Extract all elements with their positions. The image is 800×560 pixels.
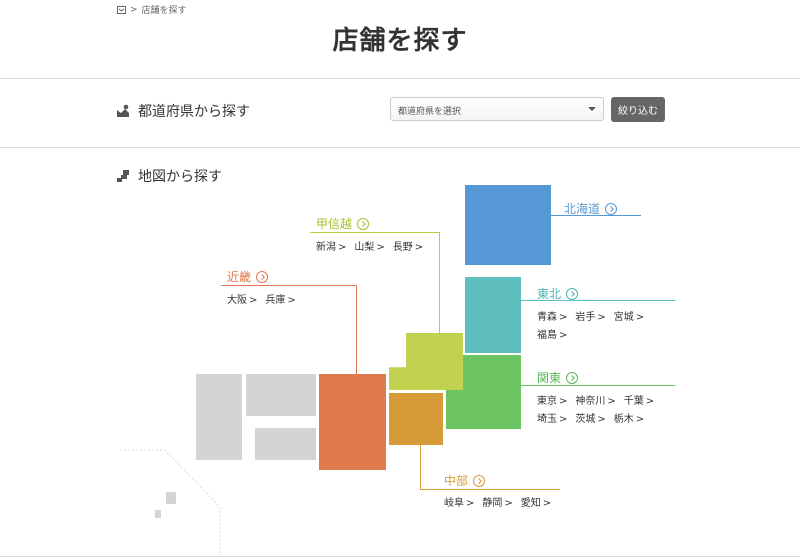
region-name: 近畿 [227,270,252,284]
prefecture-search-heading-label: 都道府県から探す [138,104,250,120]
pref-link[interactable]: 茨城 [575,414,605,425]
pref-link[interactable]: 千葉 [624,396,654,407]
pref-link[interactable]: 兵庫 [265,295,295,306]
prefecture-select-value: 都道府県を選択 [398,107,462,117]
prefecture-select[interactable]: 都道府県を選択 [390,97,604,121]
pref-link[interactable]: 宮城 [614,312,644,323]
region-link-tohoku[interactable]: 東北 [537,285,579,302]
pref-link[interactable]: 長野 [393,242,423,253]
region-link-chubu[interactable]: 中部 [444,472,486,489]
arrow-circle-icon [357,217,370,230]
pref-link[interactable]: 青森 [537,312,567,323]
connector-kinki-h [221,285,357,286]
arrow-circle-icon [605,202,618,215]
map-region-kinki[interactable] [319,374,386,470]
connector-chubu-v [420,445,421,489]
breadcrumb: > 店舗を探す [117,3,187,16]
map-region-kyushu [255,428,316,460]
divider [0,556,800,557]
pref-link[interactable]: 新潟 [316,242,346,253]
map-region-chugoku [246,374,316,416]
region-link-kinki[interactable]: 近畿 [227,268,269,285]
map-region-hokkaido[interactable] [465,185,551,265]
arrow-circle-icon [566,287,579,300]
connector-koshinetsu-h [310,232,440,233]
pref-link[interactable]: 東京 [537,396,567,407]
arrow-circle-icon [566,371,579,384]
region-name: 中部 [444,474,469,488]
okinawa-frame [120,449,221,557]
pref-list-koshinetsu: 新潟山梨長野 [316,239,431,257]
map-region-tohoku[interactable] [465,277,521,353]
region-name: 北海道 [564,202,601,216]
pref-link[interactable]: 大阪 [227,295,257,306]
map-icon [116,169,130,183]
breadcrumb-current: 店舗を探す [141,6,187,16]
pref-link[interactable]: 神奈川 [575,396,615,407]
chevron-down-icon [588,107,596,111]
page-title: 店舗を探す [332,26,468,56]
arrow-circle-icon [256,270,269,283]
region-link-kanto[interactable]: 関東 [537,369,579,386]
region-link-hokkaido[interactable]: 北海道 [564,200,618,217]
home-icon[interactable] [117,5,126,14]
pref-link[interactable]: 岩手 [575,312,605,323]
connector-chubu-h [420,489,560,490]
prefecture-search-heading: 都道府県から探す [116,101,250,121]
pref-link[interactable]: 愛知 [521,498,551,509]
pref-link[interactable]: 岐阜 [444,498,474,509]
pref-link[interactable]: 栃木 [614,414,644,425]
pref-link[interactable]: 静岡 [482,498,512,509]
map-region-chubu[interactable] [389,393,443,445]
map-pin-icon [116,104,130,118]
divider [0,147,800,148]
filter-button[interactable]: 絞り込む [611,97,665,122]
pref-list-tohoku: 青森岩手宮城 福島 [537,309,667,345]
pref-list-chubu: 岐阜静岡愛知 [444,495,559,513]
pref-link[interactable]: 埼玉 [537,414,567,425]
map-region-koshinetsu[interactable] [389,333,463,390]
region-name: 東北 [537,287,562,301]
divider [0,78,800,79]
pref-list-kanto: 東京神奈川千葉 埼玉茨城栃木 [537,393,677,429]
region-name: 甲信越 [316,217,353,231]
map-search-heading-label: 地図から探す [138,169,222,185]
pref-link[interactable]: 福島 [537,330,567,341]
pref-link[interactable]: 山梨 [354,242,384,253]
region-link-koshinetsu[interactable]: 甲信越 [316,215,370,232]
connector-kinki-v [356,285,357,374]
pref-list-kinki: 大阪兵庫 [227,292,304,310]
map-search-heading: 地図から探す [116,166,222,186]
connector-koshinetsu-v [439,232,440,333]
region-name: 関東 [537,371,562,385]
arrow-circle-icon [473,474,486,487]
breadcrumb-separator: > [130,4,138,15]
